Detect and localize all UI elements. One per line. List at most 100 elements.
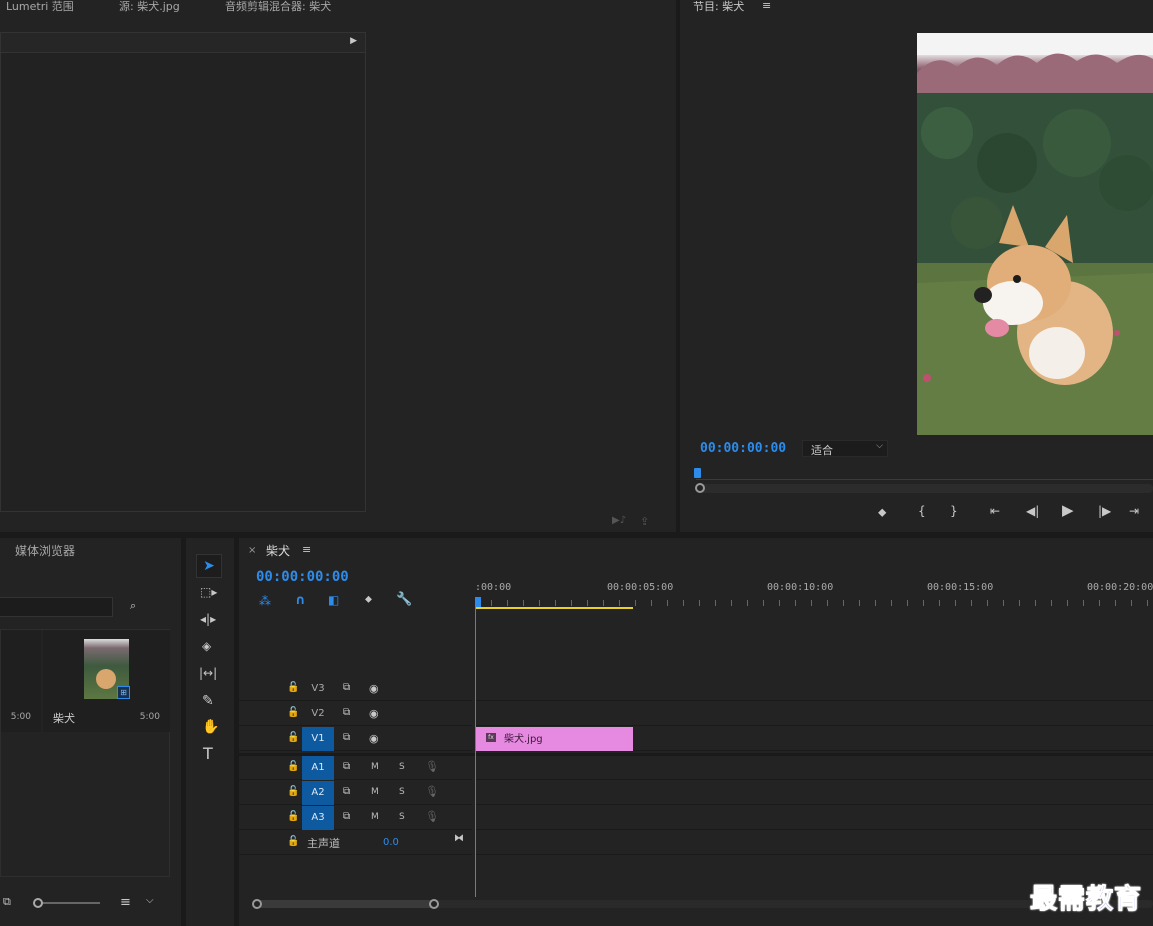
selection-tool-icon[interactable]: ➤	[196, 554, 222, 578]
timeline-playhead-line[interactable]	[475, 607, 476, 897]
timeline-playhead-handle[interactable]	[475, 597, 481, 607]
track-lane-a1[interactable]	[475, 756, 1153, 780]
add-marker-icon[interactable]: ⬥	[365, 595, 372, 605]
scroll-handle-left[interactable]	[252, 899, 262, 909]
microphone-icon[interactable]: 🎙	[425, 811, 439, 822]
lock-icon[interactable]: 🔓	[287, 787, 299, 797]
lock-icon[interactable]: 🔓	[287, 708, 299, 718]
track-lane-master[interactable]	[475, 831, 1153, 855]
go-to-out-icon[interactable]: ⇥	[1129, 505, 1139, 517]
panel-menu-icon[interactable]: ≡	[302, 544, 311, 555]
eye-icon[interactable]: ◉	[369, 733, 379, 744]
sync-lock-icon[interactable]: ⧉	[343, 708, 350, 718]
linked-selection-icon[interactable]: ◧	[328, 593, 339, 607]
sync-lock-icon[interactable]: ⧉	[343, 683, 350, 693]
mark-out-icon[interactable]: }	[950, 505, 958, 517]
chevron-down-icon[interactable]: ⌵	[146, 896, 154, 906]
track-target-v1[interactable]: V1	[302, 727, 334, 751]
tab-media-browser[interactable]: 媒体浏览器	[15, 542, 75, 559]
fit-select[interactable]: 适合 ⌵	[802, 440, 888, 457]
freeform-view-icon[interactable]: ⧉	[3, 896, 11, 907]
solo-button[interactable]: S	[399, 787, 405, 797]
solo-button[interactable]: S	[399, 762, 405, 772]
sync-lock-icon[interactable]: ⧉	[343, 762, 350, 772]
project-item[interactable]: ⊞ 柴犬 5:00	[43, 630, 170, 732]
track-lane-v2[interactable]	[475, 702, 1153, 726]
timeline-scrollbar[interactable]	[257, 900, 1153, 908]
nest-toggle-icon[interactable]: ⁂	[259, 594, 271, 608]
ripple-edit-tool-icon[interactable]: ◂|▸	[200, 613, 216, 625]
track-lane-a3[interactable]	[475, 806, 1153, 830]
hand-tool-icon[interactable]: ✋	[202, 720, 219, 734]
microphone-icon[interactable]: 🎙	[425, 786, 439, 797]
play-icon[interactable]: ▶	[1062, 503, 1074, 518]
track-lane-v3[interactable]	[475, 677, 1153, 701]
expand-arrow-icon[interactable]: ▶	[350, 37, 357, 46]
wrench-icon[interactable]: 🔧	[396, 593, 412, 606]
lock-icon[interactable]: 🔓	[287, 812, 299, 822]
mute-button[interactable]: M	[371, 762, 379, 772]
video-clip[interactable]: fx 柴犬.jpg	[475, 727, 633, 751]
project-item[interactable]: 5:00	[1, 630, 41, 732]
search-input[interactable]	[0, 597, 113, 617]
track-select-tool-icon[interactable]: ⬚▸	[200, 586, 217, 598]
track-target-a1[interactable]: A1	[302, 756, 334, 780]
pen-tool-icon[interactable]: ✎	[202, 694, 214, 708]
go-to-in-icon[interactable]: ⇤	[990, 505, 1000, 517]
snap-icon[interactable]: ∩	[295, 593, 306, 608]
find-folder-icon[interactable]: ⌕	[130, 600, 136, 611]
zoom-slider-handle[interactable]	[33, 898, 43, 908]
tab-lumetri-scopes[interactable]: Lumetri 范围	[6, 0, 74, 14]
track-target-v2[interactable]: V2	[302, 702, 334, 726]
program-scrollbar[interactable]	[696, 484, 1153, 493]
lock-icon[interactable]: 🔓	[287, 762, 299, 772]
program-timecode[interactable]: 00:00:00:00	[700, 441, 786, 456]
sequence-tab[interactable]: 柴犬	[266, 542, 290, 559]
mark-in-icon[interactable]: {	[918, 505, 926, 517]
eye-icon[interactable]: ◉	[369, 708, 379, 719]
track-target-a3[interactable]: A3	[302, 806, 334, 830]
track-target-a2[interactable]: A2	[302, 781, 334, 805]
program-monitor-title[interactable]: 节目: 柴犬	[693, 0, 744, 14]
lock-icon[interactable]: 🔓	[287, 683, 299, 693]
microphone-icon[interactable]: 🎙	[425, 761, 439, 772]
tab-source[interactable]: 源: 柴犬.jpg	[119, 0, 180, 14]
type-tool-icon[interactable]: T	[203, 746, 213, 762]
go-to-end-icon[interactable]: ⧓	[454, 834, 464, 844]
panel-menu-icon[interactable]: ≡	[762, 0, 771, 11]
track-target-v3[interactable]: V3	[302, 677, 334, 701]
time-ruler[interactable]: :00:00 00:00:05:00 00:00:10:00 00:00:15:…	[475, 578, 1153, 610]
mute-button[interactable]: M	[371, 812, 379, 822]
track-lane-v1[interactable]: fx 柴犬.jpg	[475, 727, 1153, 751]
timeline-scroll-thumb[interactable]	[257, 900, 435, 908]
master-volume-value[interactable]: 0.0	[383, 837, 399, 848]
track-lane-a2[interactable]	[475, 781, 1153, 805]
track-header-master: 🔓 主声道 0.0 ⧓	[239, 831, 472, 855]
program-mini-ruler[interactable]	[696, 468, 1153, 480]
add-marker-icon[interactable]: ⬥	[878, 506, 886, 518]
sync-lock-icon[interactable]: ⧉	[343, 812, 350, 822]
insert-audio-icon[interactable]: ▶♪	[612, 516, 626, 526]
eye-icon[interactable]: ◉	[369, 683, 379, 694]
tab-audio-clip-mixer[interactable]: 音频剪辑混合器: 柴犬	[225, 0, 331, 14]
step-forward-icon[interactable]: |▶	[1098, 505, 1111, 517]
step-back-icon[interactable]: ◀|	[1026, 505, 1039, 517]
project-item-duration: 5:00	[10, 712, 31, 722]
lock-icon[interactable]: 🔓	[287, 733, 299, 743]
lock-icon[interactable]: 🔓	[287, 837, 299, 847]
timeline-timecode[interactable]: 00:00:00:00	[256, 569, 349, 585]
solo-button[interactable]: S	[399, 812, 405, 822]
close-icon[interactable]: ×	[248, 546, 256, 556]
scroll-handle-right[interactable]	[429, 899, 439, 909]
slip-tool-icon[interactable]: |↔|	[199, 667, 217, 679]
program-playhead[interactable]	[694, 468, 701, 478]
scroll-handle[interactable]	[695, 483, 705, 493]
zoom-slider[interactable]	[38, 902, 100, 904]
sort-icon[interactable]: ≡	[120, 896, 131, 909]
razor-tool-icon[interactable]: ◈	[202, 640, 211, 652]
mute-button[interactable]: M	[371, 787, 379, 797]
sync-lock-icon[interactable]: ⧉	[343, 733, 350, 743]
work-area-bar[interactable]	[475, 607, 633, 609]
sync-lock-icon[interactable]: ⧉	[343, 787, 350, 797]
export-icon[interactable]: ⇪	[640, 516, 649, 527]
